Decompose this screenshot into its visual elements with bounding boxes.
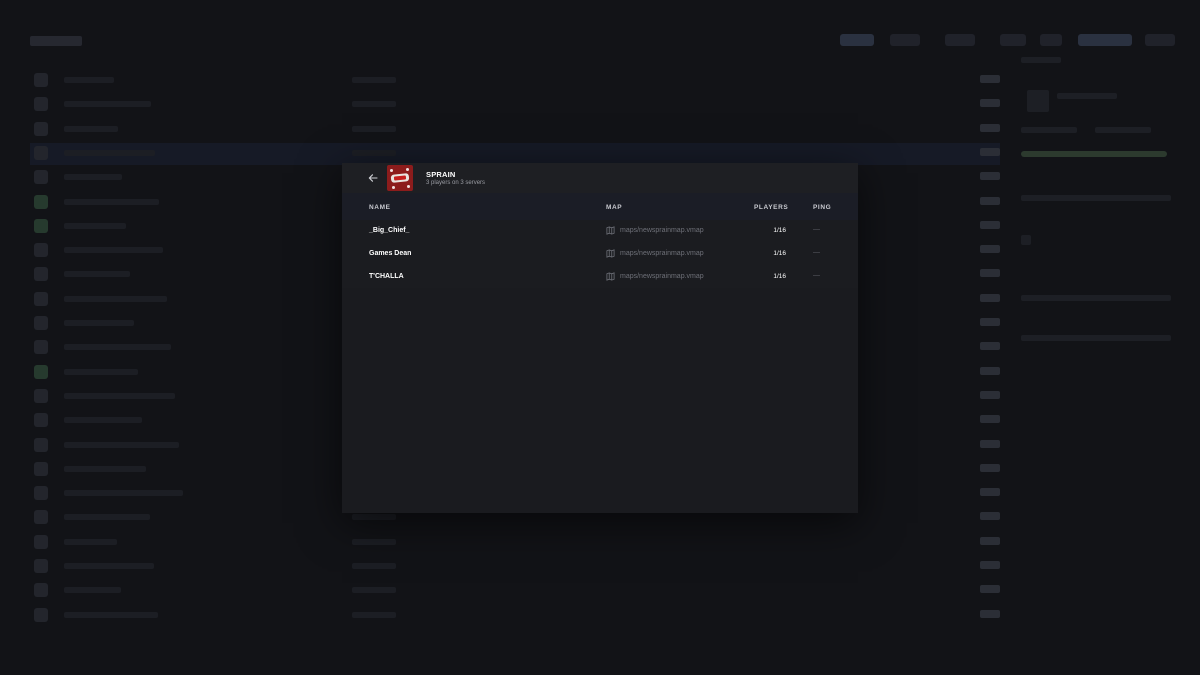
- background-row: [30, 119, 1000, 141]
- background-row: [30, 605, 1000, 627]
- ping-value: —: [813, 249, 820, 256]
- modal-subtitle: 3 players on 3 servers: [426, 180, 486, 186]
- map-icon: [606, 272, 615, 281]
- game-thumbnail: [387, 165, 413, 191]
- background-row: [30, 556, 1000, 578]
- background-tab: [1040, 34, 1062, 46]
- player-name: T'CHALLA: [369, 273, 404, 280]
- player-count: 1/16: [773, 250, 786, 257]
- column-header-ping[interactable]: PING: [813, 204, 831, 211]
- background-tab: [890, 34, 920, 46]
- background-tab: [945, 34, 975, 46]
- background-progress-bar: [1021, 151, 1167, 157]
- player-name: Games Dean: [369, 250, 412, 257]
- background-row: [30, 532, 1000, 554]
- back-button[interactable]: [364, 170, 382, 186]
- player-count: 1/16: [773, 227, 786, 234]
- modal-header: SPRAIN 3 players on 3 servers: [342, 163, 858, 193]
- map-cell: maps/newsprainmap.vmap: [606, 249, 704, 258]
- map-icon: [606, 249, 615, 258]
- map-name: maps/newsprainmap.vmap: [620, 250, 704, 257]
- player-count: 1/16: [773, 273, 786, 280]
- background-tab: [1145, 34, 1175, 46]
- background-tab: [1000, 34, 1026, 46]
- table-row[interactable]: _Big_Chief_ maps/newsprainmap.vmap 1/16 …: [342, 220, 858, 242]
- background-app-title: [30, 36, 82, 46]
- ping-value: —: [813, 272, 820, 279]
- map-cell: maps/newsprainmap.vmap: [606, 226, 704, 235]
- table-row[interactable]: Games Dean maps/newsprainmap.vmap 1/16 —: [342, 243, 858, 265]
- background-sidebar: [1015, 55, 1180, 655]
- background-tab: [1078, 34, 1132, 46]
- map-name: maps/newsprainmap.vmap: [620, 273, 704, 280]
- ping-value: —: [813, 226, 820, 233]
- background-tab: [840, 34, 874, 46]
- map-icon: [606, 226, 615, 235]
- player-name: _Big_Chief_: [369, 227, 410, 234]
- column-header-name[interactable]: NAME: [369, 204, 391, 211]
- background-row: [30, 94, 1000, 116]
- map-name: maps/newsprainmap.vmap: [620, 227, 704, 234]
- background-row: [30, 580, 1000, 602]
- modal-title: SPRAIN: [426, 170, 456, 179]
- column-header-map[interactable]: MAP: [606, 204, 622, 211]
- table-row[interactable]: T'CHALLA maps/newsprainmap.vmap 1/16 —: [342, 266, 858, 288]
- table-header: NAME MAP PLAYERS PING: [342, 193, 858, 220]
- server-players-modal: SPRAIN 3 players on 3 servers NAME MAP P…: [342, 163, 858, 513]
- players-table: _Big_Chief_ maps/newsprainmap.vmap 1/16 …: [342, 220, 858, 288]
- arrow-left-icon: [368, 174, 378, 182]
- map-cell: maps/newsprainmap.vmap: [606, 272, 704, 281]
- background-row: [30, 70, 1000, 92]
- column-header-players[interactable]: PLAYERS: [754, 204, 788, 211]
- background-row: [30, 142, 1000, 165]
